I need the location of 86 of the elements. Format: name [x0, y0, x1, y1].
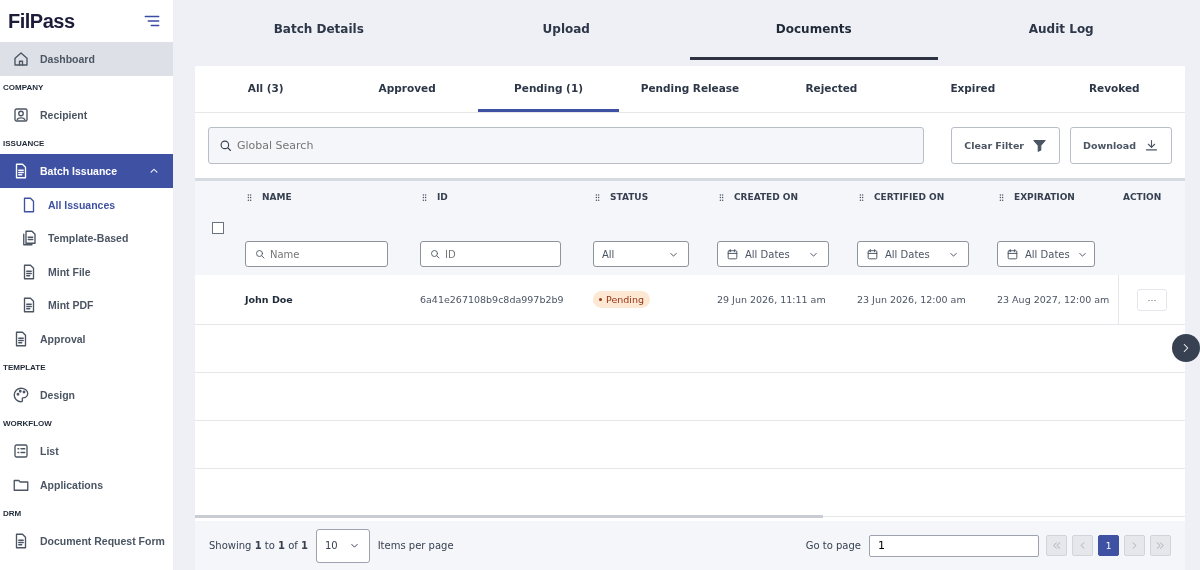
- calendar-icon: [726, 247, 739, 261]
- drag-handle-icon: [857, 191, 866, 203]
- sidebar-item[interactable]: Batch Issuance: [0, 154, 173, 188]
- copy-icon: [20, 229, 38, 248]
- pagination-summary: Showing 1 to 1 of 1: [209, 540, 308, 551]
- tab[interactable]: Approved: [336, 66, 478, 112]
- table-cell-text: John Doe: [243, 293, 294, 307]
- scrollbar[interactable]: [195, 515, 823, 518]
- tab[interactable]: Upload: [442, 0, 690, 60]
- first-page-icon: [1051, 540, 1062, 551]
- column-header: ACTION: [1123, 192, 1162, 202]
- column-header: EXPIRATION: [1014, 192, 1075, 202]
- calendar-icon: [1006, 247, 1019, 261]
- home-icon: [12, 50, 30, 68]
- download-button[interactable]: Download: [1070, 127, 1172, 164]
- filter-field[interactable]: ID: [420, 241, 561, 267]
- tab[interactable]: Rejected: [760, 66, 903, 112]
- section-label: TEMPLATE: [2, 361, 47, 374]
- drag-handle-icon: [593, 191, 602, 203]
- drag-handle-icon: [717, 191, 726, 203]
- tab[interactable]: Pending (1): [477, 66, 620, 112]
- page-input[interactable]: 1: [869, 534, 1039, 557]
- search-field[interactable]: Global Search: [208, 127, 925, 164]
- sidebar-item[interactable]: Mint PDF: [0, 288, 173, 322]
- sidebar-item[interactable]: Document Request Form: [0, 524, 173, 558]
- logo: FilPass: [8, 9, 75, 33]
- clear-filter-button[interactable]: Clear Filter: [951, 127, 1061, 164]
- go-to-label: Go to page: [805, 540, 861, 551]
- last-page-button[interactable]: [1150, 535, 1171, 556]
- tab[interactable]: Batch Details: [195, 0, 443, 60]
- checkbox[interactable]: [211, 222, 224, 234]
- tab[interactable]: Expired: [902, 66, 1044, 112]
- search-icon: [429, 248, 441, 260]
- list-icon: [12, 442, 30, 460]
- filter-dropdown[interactable]: All: [593, 241, 689, 267]
- page-size-dropdown[interactable]: 10: [315, 528, 370, 563]
- filter-icon: [1032, 138, 1048, 153]
- sidebar-item[interactable]: Applications: [0, 468, 173, 502]
- column-header: ID: [437, 192, 448, 202]
- table-cell-text: 6a41e267108b9c8da997b2b9: [419, 293, 565, 307]
- last-page-icon: [1155, 540, 1166, 551]
- tab[interactable]: Audit Log: [937, 0, 1185, 60]
- column-header: CREATED ON: [734, 192, 799, 202]
- column-header: NAME: [262, 192, 292, 202]
- section-label: COMPANY: [2, 81, 45, 94]
- sidebar-item[interactable]: Dashboard: [0, 42, 173, 76]
- status-badge: Pending: [593, 291, 650, 308]
- section-label: DRM: [2, 507, 23, 520]
- tab[interactable]: Revoked: [1043, 66, 1185, 112]
- sidebar-item[interactable]: Mint File: [0, 255, 173, 289]
- sidebar-item[interactable]: List: [0, 434, 173, 468]
- palette-icon: [12, 386, 30, 404]
- next-page-button[interactable]: [1124, 535, 1145, 556]
- sidebar-item[interactable]: Approval: [0, 322, 173, 356]
- filter-dropdown[interactable]: All Dates: [857, 241, 969, 267]
- table-cell-text: 23 Aug 2027, 12:00 am: [996, 293, 1111, 307]
- previous-page-button[interactable]: [1072, 535, 1093, 556]
- filter-dropdown[interactable]: All Dates: [997, 241, 1095, 267]
- column-header: CERTIFIED ON: [874, 192, 945, 202]
- drag-handle-icon: [245, 191, 254, 203]
- sidebar-item[interactable]: All Issuances: [0, 188, 173, 222]
- search-icon: [254, 248, 266, 260]
- column-header: STATUS: [610, 192, 649, 202]
- filter-field[interactable]: Name: [245, 241, 388, 267]
- sidebar-item[interactable]: Template-Based: [0, 221, 173, 255]
- first-page-button[interactable]: [1046, 535, 1067, 556]
- table-cell-text: 29 Jun 2026, 11:11 am: [716, 293, 827, 307]
- search-icon: [218, 138, 233, 153]
- table-cell-text: 23 Jun 2026, 12:00 am: [856, 293, 967, 307]
- page-button[interactable]: 1: [1098, 535, 1119, 556]
- section-label: WORKFLOW: [2, 417, 53, 430]
- download-icon: [1144, 138, 1159, 153]
- tab[interactable]: Pending Release: [619, 66, 761, 112]
- scroll-right-button[interactable]: [1172, 334, 1200, 362]
- drag-handle-icon: [420, 191, 429, 203]
- sidebar-item[interactable]: Design: [0, 378, 173, 412]
- section-label: ISSUANCE: [2, 137, 46, 150]
- page-size-label: Items per page: [377, 540, 454, 551]
- user-icon: [12, 106, 30, 124]
- more-button[interactable]: ···: [1137, 288, 1167, 311]
- tab[interactable]: Documents: [690, 0, 938, 60]
- sidebar-item[interactable]: Recipient: [0, 98, 173, 132]
- calendar-icon: [866, 247, 879, 261]
- tab[interactable]: All (3): [195, 66, 337, 112]
- filter-dropdown[interactable]: All Dates: [717, 241, 829, 267]
- drag-handle-icon: [997, 191, 1006, 203]
